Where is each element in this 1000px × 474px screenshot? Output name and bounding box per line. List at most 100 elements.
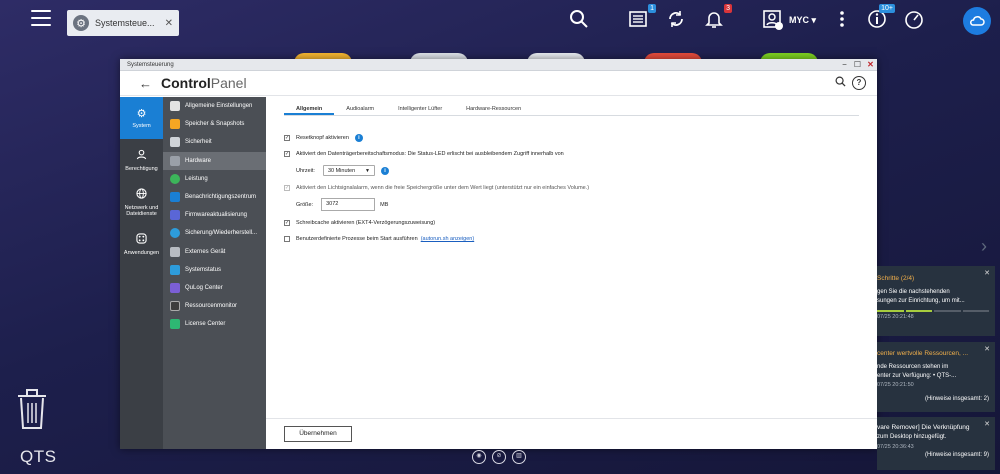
- desktop-dock: ◉ ⊘ ▥: [472, 450, 526, 466]
- tab-bar: Allgemein Audioalarm Intelligenter Lüfte…: [284, 102, 859, 116]
- window-titlebar[interactable]: Systemsteuerung − ☐ ✕: [120, 59, 877, 71]
- info-icon[interactable]: i: [380, 166, 389, 175]
- notification-body: sungen zur Einrichtung, um mit...: [877, 297, 965, 304]
- option-disk-standby: ✓ Aktiviert den Datenträgerbereitschafts…: [284, 151, 564, 157]
- tab-hardware-resources[interactable]: Hardware-Ressourcen: [454, 102, 533, 115]
- rail-item-permissions[interactable]: Berechtigung: [120, 139, 163, 181]
- standby-time-select[interactable]: 30 Minuten ▼: [322, 165, 375, 176]
- chevron-right-icon[interactable]: ›: [981, 236, 987, 257]
- notification-time: 07/25 20:36:43: [877, 443, 914, 450]
- submenu-item-backup[interactable]: Sicherung/Wiederherstell...: [163, 224, 266, 242]
- more-options-icon[interactable]: [831, 9, 853, 31]
- task-tab-control-panel[interactable]: ⚙ Systemsteue... ✕: [67, 10, 179, 36]
- tab-general[interactable]: Allgemein: [284, 102, 335, 115]
- taskbar: ⚙ Systemsteue... ✕ 1 3 MYC ▾ 10+: [0, 0, 1000, 42]
- submenu-item-hardware[interactable]: Hardware: [163, 151, 266, 170]
- close-icon[interactable]: ✕: [864, 59, 877, 71]
- submenu-item-firmware[interactable]: Firmwareaktualisierung: [163, 206, 266, 224]
- submenu-item-license-center[interactable]: License Center: [163, 315, 266, 333]
- submenu-item-general[interactable]: Allgemeine Einstellungen: [163, 97, 266, 115]
- rail-item-applications[interactable]: Anwendungen: [120, 223, 163, 265]
- minimize-icon[interactable]: −: [838, 59, 851, 71]
- standby-time-row: Uhrzeit: 30 Minuten ▼ i: [296, 165, 389, 176]
- notification-center-icon: [170, 192, 180, 203]
- dock-app-icon[interactable]: ▥: [512, 450, 526, 464]
- settings-icon: [170, 101, 180, 112]
- autorun-link[interactable]: (autorun.sh anzeigen): [421, 236, 475, 242]
- bell-icon[interactable]: 3: [703, 4, 732, 31]
- rail-item-system[interactable]: ⚙ System: [120, 97, 163, 139]
- news-icon[interactable]: 1: [627, 4, 656, 31]
- rail-item-network[interactable]: Netzwerk und Dateidienste: [120, 181, 163, 223]
- notification-card[interactable]: ✕ vare Remover] Die Verknüpfung zum Desk…: [877, 417, 995, 470]
- close-icon[interactable]: ✕: [984, 345, 990, 353]
- window-header: ← ControlPanel ?: [120, 71, 877, 96]
- dock-app-icon[interactable]: ⊘: [492, 450, 506, 464]
- leaf-icon: [170, 173, 180, 184]
- search-icon[interactable]: [833, 76, 847, 90]
- notification-body: nde Ressourcen stehen im: [877, 364, 949, 370]
- user-menu[interactable]: MYC ▾: [789, 15, 816, 26]
- submenu-item-storage[interactable]: Speicher & Snapshots: [163, 115, 266, 133]
- size-unit: MB: [380, 201, 389, 208]
- submenu-item-qulog[interactable]: QuLog Center: [163, 279, 266, 297]
- dashboard-gauge-icon[interactable]: [903, 9, 925, 31]
- dock-app-icon[interactable]: ◉: [472, 450, 486, 464]
- globe-icon: [136, 187, 147, 203]
- submenu-item-system-status[interactable]: Systemstatus: [163, 261, 266, 279]
- lock-icon: [170, 137, 180, 148]
- notification-title: vare Remover] Die Verknüpfung: [877, 424, 970, 431]
- light-alarm-size-row: Größe: 3072 MB: [296, 198, 388, 211]
- gear-icon: ⚙: [73, 15, 89, 31]
- firmware-icon: [170, 210, 180, 221]
- event-badge: 10+: [879, 4, 895, 13]
- notification-badge: 3: [724, 4, 732, 13]
- notification-body: zum Desktop hinzugefügt.: [877, 434, 947, 440]
- apply-button[interactable]: Übernehmen: [284, 426, 352, 442]
- page-title: ControlPanel: [161, 75, 247, 91]
- reset-checkbox[interactable]: ✓: [284, 135, 290, 141]
- submenu-item-performance[interactable]: Leistung: [163, 170, 266, 188]
- standby-checkbox[interactable]: ✓: [284, 151, 290, 157]
- notification-card[interactable]: ✕ Schritte (2/4) gen Sie die nachstehend…: [877, 266, 995, 336]
- license-icon: [170, 319, 180, 330]
- trash-icon[interactable]: [16, 388, 48, 430]
- cloud-icon[interactable]: [963, 7, 991, 35]
- maximize-icon[interactable]: ☐: [851, 59, 864, 71]
- submenu-item-resource-monitor[interactable]: Ressourcenmonitor: [163, 297, 266, 315]
- notification-count: (Hinweise insgesamt: 2): [924, 396, 989, 402]
- notification-time: 07/25 20:21:48: [877, 314, 914, 320]
- close-icon[interactable]: ✕: [984, 269, 990, 277]
- submenu-item-notification-center[interactable]: Benachrichtigungszentrum: [163, 188, 266, 206]
- user-icon[interactable]: [762, 9, 784, 31]
- option-reset-button: ✓ Resetknopf aktivieren i: [284, 134, 363, 142]
- notification-title: center wertvolle Ressourcen, ...: [877, 350, 969, 357]
- tab-smart-fan[interactable]: Intelligenter Lüfter: [386, 102, 454, 115]
- custom-processes-checkbox[interactable]: [284, 236, 290, 242]
- background-tasks-icon[interactable]: [665, 9, 687, 31]
- panel-footer: Übernehmen: [266, 418, 877, 449]
- submenu-item-external-device[interactable]: Externes Gerät: [163, 243, 266, 261]
- resource-monitor-icon: [170, 301, 180, 312]
- info-icon[interactable]: i: [354, 134, 363, 142]
- main-menu-icon[interactable]: [31, 10, 51, 28]
- notification-body: gen Sie die nachstehenden: [877, 289, 950, 295]
- help-icon[interactable]: ?: [852, 76, 866, 90]
- close-icon[interactable]: ✕: [165, 18, 173, 29]
- back-arrow-icon[interactable]: ←: [139, 76, 152, 91]
- search-icon[interactable]: [568, 9, 590, 31]
- qulog-icon: [170, 282, 180, 293]
- chevron-down-icon: ▼: [365, 167, 370, 174]
- submenu-item-security[interactable]: Sicherheit: [163, 133, 266, 151]
- light-alarm-checkbox[interactable]: ✓: [284, 185, 290, 191]
- event-info-icon[interactable]: 10+: [866, 4, 895, 31]
- task-tab-label: Systemsteue...: [95, 18, 155, 28]
- size-input[interactable]: 3072: [321, 198, 376, 211]
- notification-card[interactable]: ✕ center wertvolle Ressourcen, ... nde R…: [877, 342, 995, 412]
- apps-icon: [136, 232, 147, 248]
- tab-audio-alarm[interactable]: Audioalarm: [334, 102, 386, 115]
- notification-body: enter zur Verfügung: • QTS-...: [877, 372, 957, 379]
- hardware-icon: [170, 155, 180, 166]
- close-icon[interactable]: ✕: [984, 420, 990, 428]
- write-cache-checkbox[interactable]: ✓: [284, 220, 290, 226]
